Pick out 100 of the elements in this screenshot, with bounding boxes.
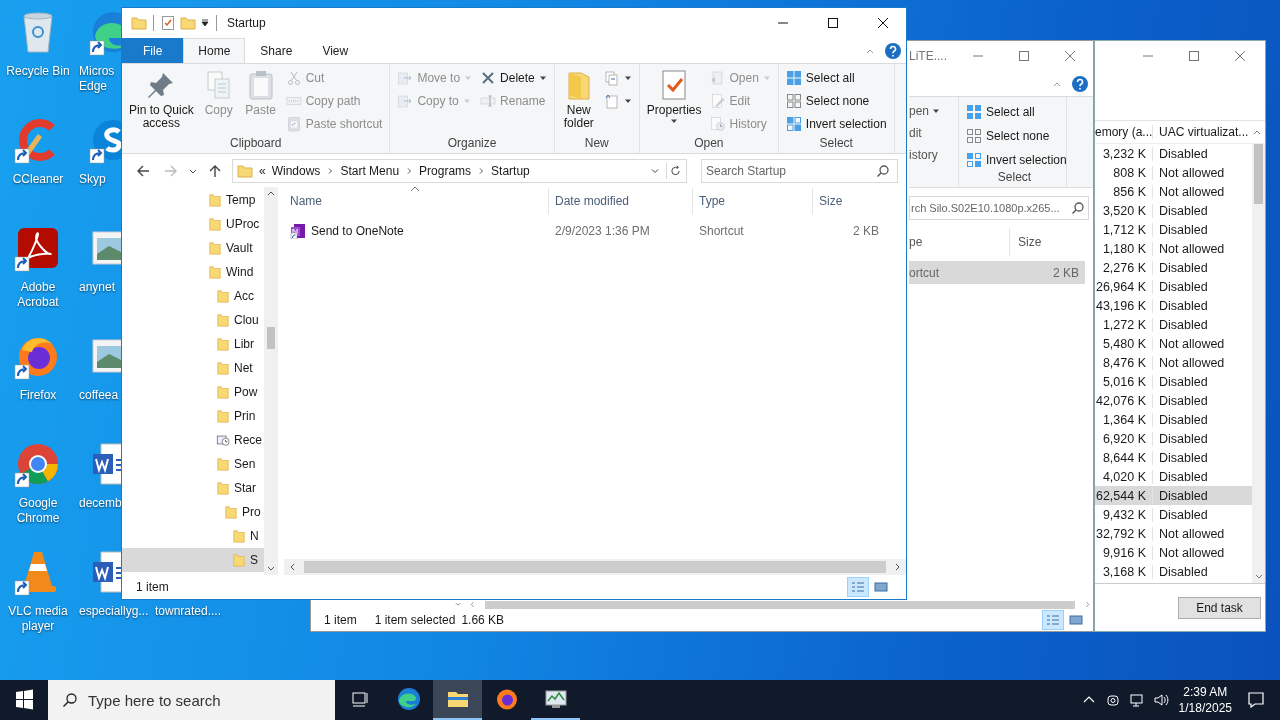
process-row[interactable]: 1,272 K Disabled xyxy=(1095,315,1252,334)
process-row[interactable]: 1,180 K Not allowed xyxy=(1095,239,1252,258)
process-row[interactable]: 1,364 K Disabled xyxy=(1095,410,1252,429)
search-field[interactable]: rch Silo.S02E10.1080p.x265... xyxy=(909,196,1089,220)
column-header[interactable]: pe xyxy=(909,235,1009,249)
ribbon-tab[interactable]: Share xyxy=(245,38,308,63)
process-row[interactable]: 3,232 K Disabled xyxy=(1095,144,1252,163)
tree-item[interactable]: Rece xyxy=(122,428,264,452)
ribbon-button[interactable]: Select all xyxy=(782,67,890,88)
clock-time[interactable]: 2:39 AM xyxy=(1183,684,1228,700)
chevron-icon[interactable] xyxy=(405,166,414,175)
column-header[interactable]: Date modified xyxy=(549,188,693,214)
process-row[interactable]: 9,916 K Not allowed xyxy=(1095,543,1252,562)
ribbon-button[interactable]: Invert selection xyxy=(782,113,890,134)
scrollbar-thumb[interactable] xyxy=(267,327,275,349)
scrollbar-thumb[interactable] xyxy=(485,601,1075,609)
file-row[interactable]: Send to OneNote 2/9/2023 1:36 PM Shortcut 2 KB xyxy=(284,220,906,242)
scrollbar[interactable] xyxy=(1252,144,1265,583)
tree-item[interactable]: Net xyxy=(122,356,264,380)
notification-icon[interactable] xyxy=(1246,690,1266,710)
volume-icon[interactable] xyxy=(1152,692,1169,708)
taskbar-search-field[interactable]: Type here to search xyxy=(48,680,335,720)
ribbon-button[interactable]: Invert selection xyxy=(963,149,1066,170)
selected-file-row[interactable]: ortcut 2 KB xyxy=(909,261,1085,284)
process-row[interactable]: 43,196 K Disabled xyxy=(1095,296,1252,315)
tree-item[interactable]: Prin xyxy=(122,404,264,428)
process-row[interactable]: 9,432 K Disabled xyxy=(1095,505,1252,524)
process-row[interactable]: 1,712 K Disabled xyxy=(1095,220,1252,239)
tree-item[interactable]: Sen xyxy=(122,452,264,476)
ribbon-tab[interactable]: View xyxy=(307,38,364,63)
tree-item[interactable]: Acc xyxy=(122,284,264,308)
process-row[interactable]: 4,020 K Disabled xyxy=(1095,467,1252,486)
refresh-icon[interactable] xyxy=(666,162,682,179)
tree-item[interactable]: Pro xyxy=(122,500,264,524)
ribbon-button[interactable]: Pin to Quick access xyxy=(126,67,197,132)
selected-process-row[interactable]: 62,544 K Disabled xyxy=(1095,486,1252,505)
scrollbar[interactable] xyxy=(264,187,278,575)
tree-item[interactable]: Vault xyxy=(122,236,264,260)
clock-date[interactable]: 1/18/2025 xyxy=(1178,700,1232,716)
ribbon-button[interactable]: Delete xyxy=(477,67,550,88)
table-cell: 26,964 K xyxy=(1095,279,1153,294)
tree-item[interactable]: Star xyxy=(122,476,264,500)
help-icon[interactable] xyxy=(1071,74,1089,93)
network-icon[interactable] xyxy=(1128,692,1145,708)
scrollbar-thumb[interactable] xyxy=(304,561,886,573)
breadcrumb[interactable]: Programs xyxy=(419,163,472,178)
search-field[interactable]: Search Startup xyxy=(701,158,898,183)
ribbon-command[interactable]: pen xyxy=(909,101,958,120)
selected-tree-item[interactable]: S xyxy=(122,548,264,572)
column-header[interactable]: Type xyxy=(693,188,813,214)
breadcrumb[interactable]: Startup xyxy=(491,163,530,178)
column-header[interactable]: emory (a... xyxy=(1095,125,1153,139)
ribbon-button[interactable]: New folder xyxy=(558,67,599,132)
file-menu-tab[interactable]: File xyxy=(122,38,184,63)
taskbar-app-button[interactable] xyxy=(433,680,482,720)
customize-caret-icon[interactable] xyxy=(200,18,210,28)
tree-item[interactable]: Temp xyxy=(122,188,264,212)
process-row[interactable]: 42,076 K Disabled xyxy=(1095,391,1252,410)
chevron-icon[interactable] xyxy=(326,166,335,175)
tree-item[interactable]: N xyxy=(122,524,264,548)
process-row[interactable]: 5,016 K Disabled xyxy=(1095,372,1252,391)
end-task-button[interactable]: End task xyxy=(1178,596,1261,619)
process-row[interactable]: 856 K Not allowed xyxy=(1095,182,1252,201)
ribbon-command[interactable]: istory xyxy=(909,145,958,164)
breadcrumb-overflow[interactable]: « xyxy=(259,163,266,178)
ribbon-button[interactable]: Select none xyxy=(963,125,1066,146)
camera-icon[interactable] xyxy=(1104,692,1121,708)
column-header[interactable]: Size xyxy=(813,188,885,214)
process-row[interactable]: 32,792 K Not allowed xyxy=(1095,524,1252,543)
ribbon-button[interactable]: Select none xyxy=(782,90,890,111)
address-bar[interactable]: « Windows Start Menu Programs Startup xyxy=(232,158,687,183)
ribbon-button[interactable]: Select all xyxy=(963,101,1066,122)
tree-item[interactable]: Libr xyxy=(122,332,264,356)
process-row[interactable]: 8,644 K Disabled xyxy=(1095,448,1252,467)
process-row[interactable]: 26,964 K Disabled xyxy=(1095,277,1252,296)
tree-item[interactable]: UProc xyxy=(122,212,264,236)
tree-item[interactable]: Wind xyxy=(122,260,264,284)
tree-item[interactable]: Clou xyxy=(122,308,264,332)
column-header[interactable]: UAC virtualizat... xyxy=(1153,125,1251,139)
process-row[interactable]: 808 K Not allowed xyxy=(1095,163,1252,182)
ribbon-button[interactable]: Properties xyxy=(643,67,705,127)
process-row[interactable]: 6,920 K Disabled xyxy=(1095,429,1252,448)
ribbon-tab[interactable]: Home xyxy=(183,38,246,63)
column-header[interactable]: Size xyxy=(1009,228,1042,256)
chevron-icon[interactable] xyxy=(477,166,486,175)
process-row[interactable]: 2,276 K Disabled xyxy=(1095,258,1252,277)
breadcrumb[interactable]: Windows xyxy=(271,163,321,178)
tree-item-label: Net xyxy=(234,361,253,375)
scrollbar-thumb[interactable] xyxy=(1254,144,1263,204)
properties-icon[interactable] xyxy=(160,15,176,31)
process-row[interactable]: 5,480 K Not allowed xyxy=(1095,334,1252,353)
breadcrumb[interactable]: Start Menu xyxy=(340,163,400,178)
process-row[interactable]: 8,476 K Not allowed xyxy=(1095,353,1252,372)
move-icon xyxy=(397,69,414,86)
process-row[interactable]: 3,520 K Disabled xyxy=(1095,201,1252,220)
tree-item[interactable]: Pow xyxy=(122,380,264,404)
column-header[interactable]: Name xyxy=(284,188,549,214)
process-row[interactable]: 3,168 K Disabled xyxy=(1095,562,1252,581)
help-icon[interactable] xyxy=(884,41,902,60)
ribbon-command[interactable]: dit xyxy=(909,123,958,142)
